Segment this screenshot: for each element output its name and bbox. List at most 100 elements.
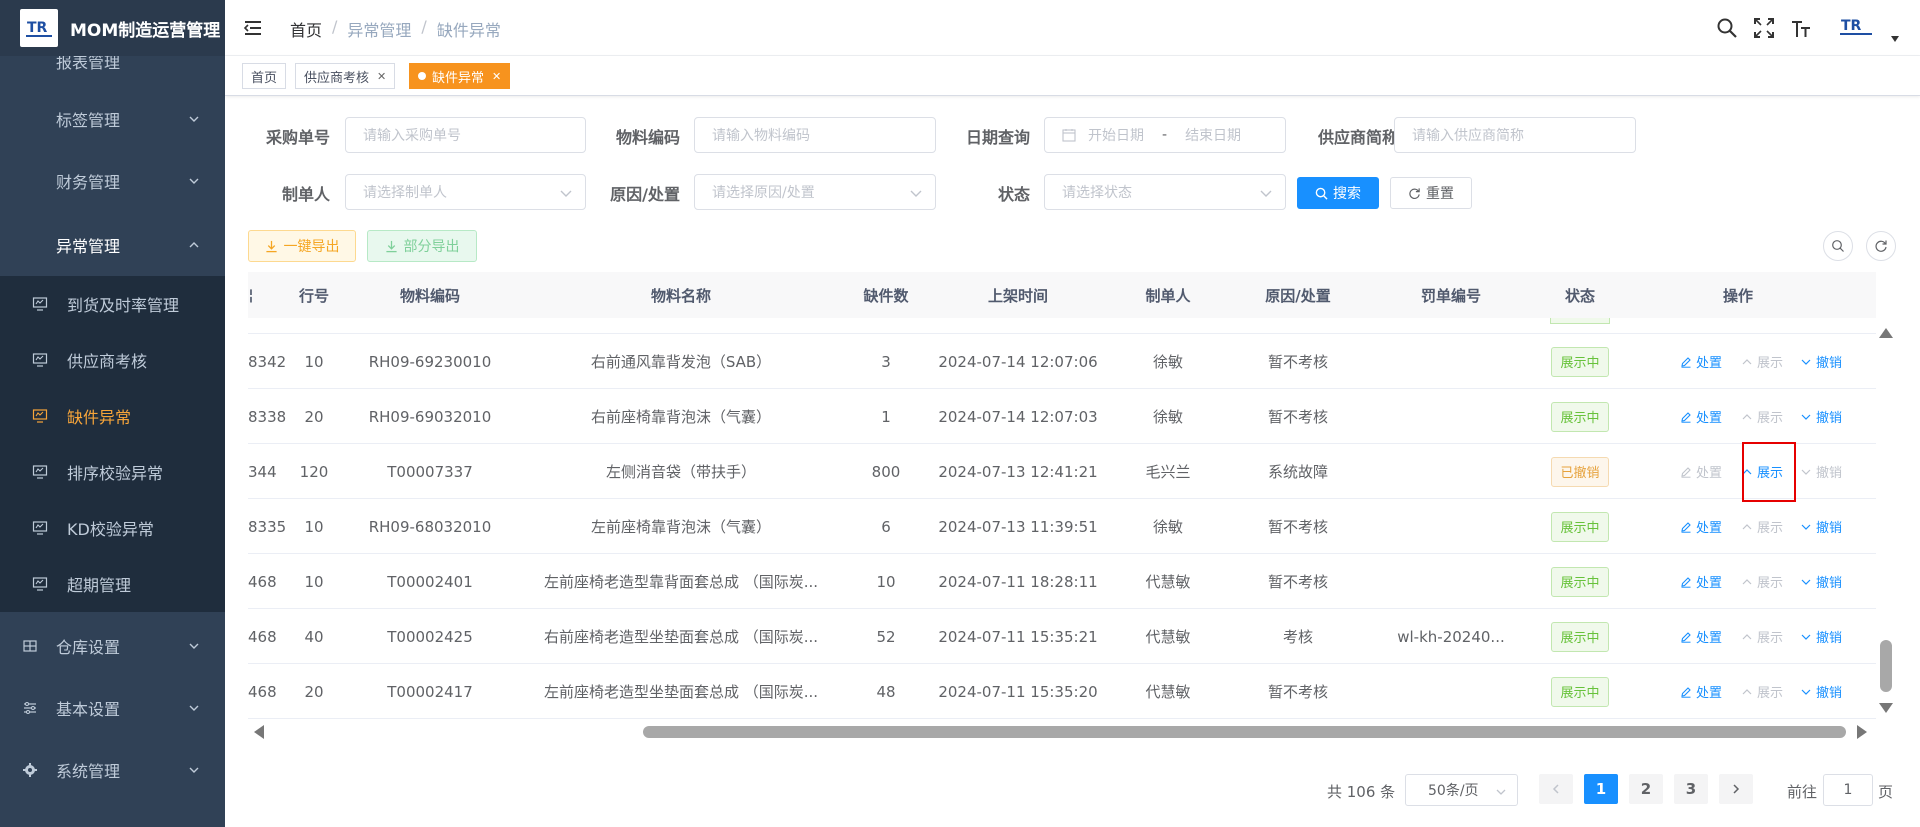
refresh-table-button[interactable] — [1866, 231, 1896, 261]
search-icon[interactable] — [1716, 17, 1738, 39]
show-button[interactable]: 展示 — [1741, 499, 1783, 554]
revoke-button[interactable]: 撤销 — [1800, 334, 1842, 389]
show-button[interactable]: 展示 — [1741, 664, 1783, 719]
avatar[interactable]: TR — [1837, 14, 1875, 40]
search-button[interactable]: 搜索 — [1297, 177, 1379, 209]
sidebar-item-labels[interactable]: 标签管理 — [0, 88, 225, 150]
chevron-down-icon — [189, 178, 199, 184]
breadcrumb-home[interactable]: 首页 — [290, 17, 322, 41]
table-row: 468 20 T00002417 左前座椅老造型坐垫面套总成 （国际炭... 48 202… — [248, 664, 1876, 719]
material-code-input[interactable]: 请输入物料编码 — [694, 117, 936, 153]
edit-icon — [1681, 466, 1691, 478]
status-badge: 展示中 — [1551, 621, 1609, 652]
chevron-down-icon — [189, 767, 199, 773]
revoke-button[interactable]: 撤销 — [1800, 444, 1842, 499]
revoke-button[interactable]: 撤销 — [1800, 499, 1842, 554]
handle-label: 处置 — [1696, 466, 1723, 481]
breadcrumb-exceptions[interactable]: 异常管理 — [347, 17, 411, 41]
sidebar-subitem-arrival-rate[interactable]: 到货及时率管理 — [0, 276, 225, 332]
placeholder: 请选择原因/处置 — [712, 185, 815, 201]
show-button[interactable]: 展示 — [1741, 554, 1783, 609]
handle-button[interactable]: 处置 — [1680, 664, 1722, 719]
vertical-scrollbar-thumb[interactable] — [1880, 640, 1892, 692]
purchase-no-label: 采购单号 — [265, 128, 330, 147]
sidebar-subitem-overdue[interactable]: 超期管理 — [0, 556, 225, 612]
monitor-icon — [32, 521, 48, 535]
scroll-right-arrow[interactable] — [1857, 725, 1867, 739]
cell-text: 代慧敏 — [1145, 573, 1191, 591]
handle-label: 处置 — [1696, 521, 1723, 536]
sidebar-item-exceptions[interactable]: 异常管理 — [0, 214, 225, 276]
handle-button[interactable]: 处置 — [1680, 389, 1722, 444]
tag-supplier-eval[interactable]: 供应商考核 ✕ — [295, 63, 396, 89]
sidebar-group-system[interactable]: 系统管理 — [0, 739, 225, 801]
revoke-button[interactable]: 撤销 — [1800, 664, 1842, 719]
date-range-picker[interactable]: 开始日期 - 结束日期 — [1044, 117, 1286, 153]
end-date-placeholder[interactable]: 结束日期 — [1185, 125, 1241, 145]
horizontal-scrollbar-thumb[interactable] — [643, 726, 1846, 738]
handle-button[interactable]: 处置 — [1680, 499, 1722, 554]
cell-text: 系统故障 — [1267, 463, 1328, 481]
chevron-down-icon — [1801, 469, 1811, 475]
page-size-select[interactable]: 50条/页 — [1405, 774, 1518, 806]
table-cell-status: 展示中 — [1530, 664, 1630, 719]
table-cell-ticket — [1376, 444, 1526, 499]
status-badge: 展示中 — [1551, 346, 1609, 377]
page-button-2[interactable]: 2 — [1629, 774, 1663, 804]
sidebar-subitem-sort-check[interactable]: 排序校验异常 — [0, 444, 225, 500]
start-date-placeholder[interactable]: 开始日期 — [1088, 125, 1144, 145]
cell-text: 10 — [304, 352, 324, 371]
next-page-button[interactable] — [1719, 774, 1753, 804]
sidebar-group-warehouse[interactable]: 仓库设置 — [0, 615, 225, 677]
sidebar-subitem-missing-parts[interactable]: 缺件异常 — [0, 388, 225, 444]
supplier-input[interactable]: 请输入供应商简称 — [1394, 117, 1636, 153]
page-button-3[interactable]: 3 — [1674, 774, 1708, 804]
sidebar-subitem-label: KD校验异常 — [67, 520, 154, 539]
creator-select[interactable]: 请选择制单人 — [345, 174, 586, 210]
handle-button[interactable]: 处置 — [1680, 334, 1722, 389]
purchase-no-input[interactable]: 请输入采购单号 — [345, 117, 586, 153]
revoke-button[interactable]: 撤销 — [1800, 554, 1842, 609]
close-icon[interactable]: ✕ — [492, 70, 501, 83]
sidebar-subitem-supplier-eval[interactable]: 供应商考核 — [0, 332, 225, 388]
handle-button[interactable]: 处置 — [1680, 444, 1722, 499]
hamburger-icon[interactable] — [243, 18, 263, 38]
tag-missing-parts[interactable]: 缺件异常 ✕ — [409, 63, 511, 89]
table-cell-line: 10 — [288, 499, 340, 554]
goto-page-input[interactable]: 1 — [1823, 774, 1873, 806]
caret-down-icon[interactable] — [1891, 36, 1899, 42]
status-select[interactable]: 请选择状态 — [1044, 174, 1286, 210]
scroll-down-arrow[interactable] — [1879, 703, 1893, 713]
revoke-button[interactable]: 撤销 — [1800, 389, 1842, 444]
scroll-up-arrow[interactable] — [1879, 328, 1893, 338]
reset-button[interactable]: 重置 — [1390, 177, 1472, 209]
table-cell-creator: 徐敏 — [1118, 499, 1218, 554]
handle-button[interactable]: 处置 — [1680, 609, 1722, 664]
close-icon[interactable]: ✕ — [377, 70, 386, 83]
sidebar-subitem-kd-check[interactable]: KD校验异常 — [0, 500, 225, 556]
cell-text: T00002401 — [387, 572, 473, 591]
show-button[interactable]: 展示 — [1741, 609, 1783, 664]
edit-icon — [1681, 631, 1691, 643]
scroll-left-arrow[interactable] — [254, 725, 264, 739]
reason-select[interactable]: 请选择原因/处置 — [694, 174, 936, 210]
table-cell-line: 10 — [288, 554, 340, 609]
font-size-icon[interactable] — [1790, 17, 1812, 39]
table-cell-c0: 468 — [248, 554, 288, 609]
prev-page-button[interactable] — [1539, 774, 1573, 804]
chevron-up-icon — [1742, 413, 1752, 419]
show-button[interactable]: 展示 — [1741, 334, 1783, 389]
export-all-button[interactable]: 一键导出 — [248, 230, 356, 262]
handle-button[interactable]: 处置 — [1680, 554, 1722, 609]
revoke-button[interactable]: 撤销 — [1800, 609, 1842, 664]
fullscreen-icon[interactable] — [1753, 17, 1775, 39]
sidebar-item-finance[interactable]: 财务管理 — [0, 150, 225, 212]
toggle-search-button[interactable] — [1823, 231, 1853, 261]
search-icon — [1315, 187, 1328, 200]
show-button[interactable]: 展示 — [1741, 389, 1783, 444]
page-button-1[interactable]: 1 — [1584, 774, 1618, 804]
search-icon — [1832, 240, 1844, 252]
export-part-button[interactable]: 部分导出 — [367, 230, 477, 262]
tag-home[interactable]: 首页 — [242, 63, 287, 89]
sidebar-group-basic[interactable]: 基本设置 — [0, 677, 225, 739]
